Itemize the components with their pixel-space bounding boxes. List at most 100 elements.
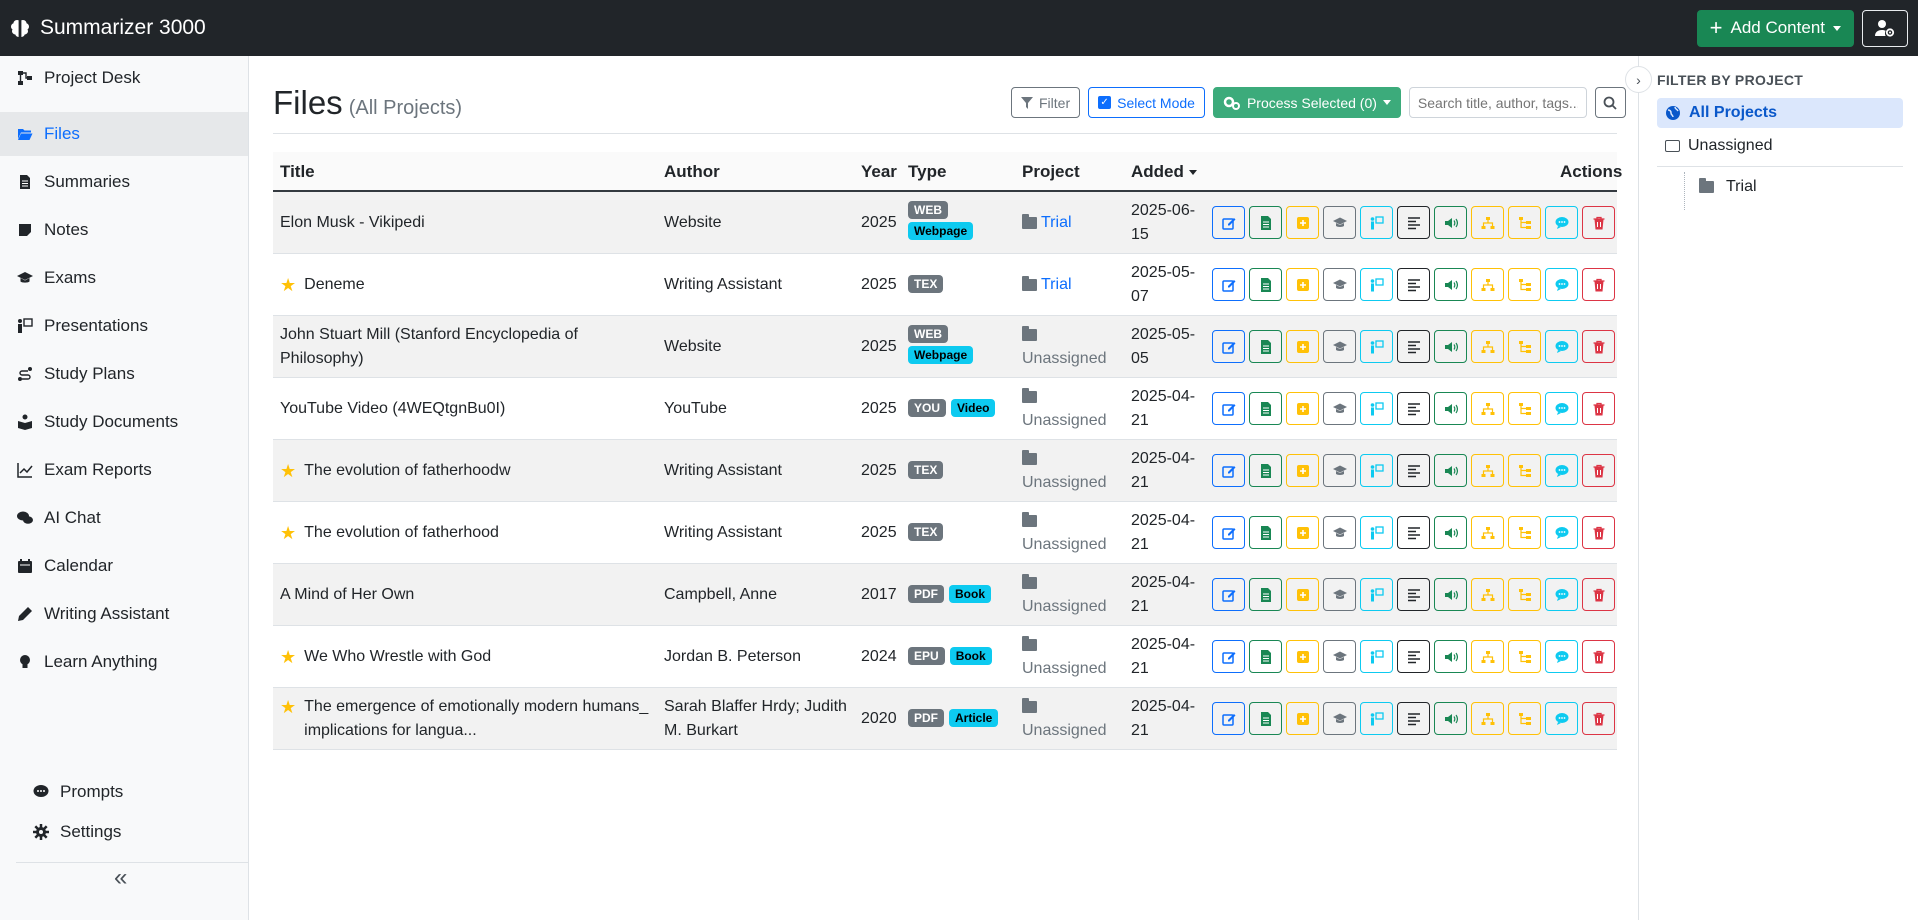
table-row[interactable]: John Stuart Mill (Stanford Encyclopedia …: [273, 316, 1617, 378]
outline-button[interactable]: [1508, 640, 1541, 673]
trash-button[interactable]: [1582, 392, 1615, 425]
outline-button[interactable]: [1508, 516, 1541, 549]
text-align-button[interactable]: [1397, 640, 1430, 673]
table-row[interactable]: ★ Deneme Writing Assistant 2025 TEX Trial 2025…: [273, 254, 1617, 316]
file-title[interactable]: Deneme: [304, 273, 364, 297]
file-title[interactable]: The emergence of emotionally modern huma…: [304, 695, 650, 743]
trash-button[interactable]: [1582, 702, 1615, 735]
chat-button[interactable]: [1545, 268, 1578, 301]
presentation-button[interactable]: [1360, 206, 1393, 239]
summary-button[interactable]: [1249, 392, 1282, 425]
star-icon[interactable]: ★: [280, 273, 296, 297]
filter-unassigned[interactable]: Unassigned: [1657, 131, 1903, 161]
file-title[interactable]: The evolution of fatherhoodw: [304, 459, 510, 483]
filter-project-trial[interactable]: Trial: [1691, 172, 1901, 202]
note-button[interactable]: [1286, 206, 1319, 239]
mindmap-button[interactable]: [1471, 206, 1504, 239]
search-button[interactable]: [1594, 87, 1626, 118]
outline-button[interactable]: [1508, 268, 1541, 301]
trash-button[interactable]: [1582, 640, 1615, 673]
title-cell[interactable]: ★ We Who Wrestle with God: [280, 645, 650, 669]
exam-button[interactable]: [1323, 702, 1356, 735]
file-title[interactable]: We Who Wrestle with God: [304, 645, 491, 669]
title-cell[interactable]: John Stuart Mill (Stanford Encyclopedia …: [280, 323, 650, 371]
title-cell[interactable]: ★ The evolution of fatherhoodw: [280, 459, 650, 483]
text-align-button[interactable]: [1397, 516, 1430, 549]
star-icon[interactable]: ★: [280, 695, 296, 719]
presentation-button[interactable]: [1360, 268, 1393, 301]
outline-button[interactable]: [1508, 702, 1541, 735]
mindmap-button[interactable]: [1471, 702, 1504, 735]
text-align-button[interactable]: [1397, 330, 1430, 363]
table-row[interactable]: ★ We Who Wrestle with God Jordan B. Peters…: [273, 626, 1617, 688]
audio-button[interactable]: [1434, 454, 1467, 487]
audio-button[interactable]: [1434, 578, 1467, 611]
edit-button[interactable]: [1212, 578, 1245, 611]
star-icon[interactable]: ★: [280, 459, 296, 483]
presentation-button[interactable]: [1360, 392, 1393, 425]
note-button[interactable]: [1286, 330, 1319, 363]
user-settings-button[interactable]: [1862, 9, 1908, 47]
edit-button[interactable]: [1212, 392, 1245, 425]
table-row[interactable]: Elon Musk - Vikipedi Website 2025 WEB Webpag…: [273, 192, 1617, 254]
sidebar-item-files[interactable]: Files: [0, 112, 248, 156]
summary-button[interactable]: [1249, 206, 1282, 239]
settings-link[interactable]: Settings: [32, 822, 121, 842]
file-title[interactable]: YouTube Video (4WEQtgnBu0I): [280, 397, 505, 421]
summary-button[interactable]: [1249, 640, 1282, 673]
trash-button[interactable]: [1582, 206, 1615, 239]
edit-button[interactable]: [1212, 330, 1245, 363]
text-align-button[interactable]: [1397, 206, 1430, 239]
chat-button[interactable]: [1545, 702, 1578, 735]
search-input[interactable]: [1408, 87, 1587, 118]
sidebar-item-learn-anything[interactable]: Learn Anything: [0, 640, 248, 684]
trash-button[interactable]: [1582, 268, 1615, 301]
chat-button[interactable]: [1545, 206, 1578, 239]
sidebar-item-project-desk[interactable]: Project Desk: [0, 56, 248, 100]
title-cell[interactable]: Elon Musk - Vikipedi: [280, 211, 650, 235]
text-align-button[interactable]: [1397, 392, 1430, 425]
sidebar-item-ai-chat[interactable]: AI Chat: [0, 496, 248, 540]
table-row[interactable]: ★ The evolution of fatherhood Writing Assi…: [273, 502, 1617, 564]
exam-button[interactable]: [1323, 454, 1356, 487]
presentation-button[interactable]: [1360, 330, 1393, 363]
table-row[interactable]: A Mind of Her Own Campbell, Anne 2017 PDF Bo…: [273, 564, 1617, 626]
note-button[interactable]: [1286, 578, 1319, 611]
presentation-button[interactable]: [1360, 640, 1393, 673]
audio-button[interactable]: [1434, 702, 1467, 735]
mindmap-button[interactable]: [1471, 516, 1504, 549]
file-title[interactable]: A Mind of Her Own: [280, 583, 414, 607]
chat-button[interactable]: [1545, 454, 1578, 487]
chat-button[interactable]: [1545, 330, 1578, 363]
header-added[interactable]: Added: [1131, 162, 1197, 182]
star-icon[interactable]: ★: [280, 521, 296, 545]
chevron-right-icon[interactable]: ›: [1625, 66, 1652, 93]
presentation-button[interactable]: [1360, 454, 1393, 487]
header-title[interactable]: Title: [280, 162, 315, 182]
title-cell[interactable]: ★ The evolution of fatherhood: [280, 521, 650, 545]
trash-button[interactable]: [1582, 454, 1615, 487]
file-title[interactable]: The evolution of fatherhood: [304, 521, 499, 545]
header-author[interactable]: Author: [664, 162, 720, 182]
title-cell[interactable]: ★ The emergence of emotionally modern hum…: [280, 695, 650, 743]
collapse-sidebar-icon[interactable]: «: [114, 864, 127, 892]
exam-button[interactable]: [1323, 578, 1356, 611]
edit-button[interactable]: [1212, 454, 1245, 487]
header-year[interactable]: Year: [861, 162, 897, 182]
table-row[interactable]: YouTube Video (4WEQtgnBu0I) YouTube 2025 YO…: [273, 378, 1617, 440]
audio-button[interactable]: [1434, 640, 1467, 673]
mindmap-button[interactable]: [1471, 578, 1504, 611]
outline-button[interactable]: [1508, 330, 1541, 363]
trash-button[interactable]: [1582, 330, 1615, 363]
process-selected-button[interactable]: Process Selected (0): [1212, 87, 1401, 118]
brand[interactable]: Summarizer 3000: [10, 16, 206, 40]
table-row[interactable]: ★ The evolution of fatherhoodw Writing Ass…: [273, 440, 1617, 502]
text-align-button[interactable]: [1397, 578, 1430, 611]
mindmap-button[interactable]: [1471, 640, 1504, 673]
sidebar-item-presentations[interactable]: Presentations: [0, 304, 248, 348]
title-cell[interactable]: A Mind of Her Own: [280, 583, 650, 607]
outline-button[interactable]: [1508, 454, 1541, 487]
file-title[interactable]: Elon Musk - Vikipedi: [280, 211, 425, 235]
sidebar-item-summaries[interactable]: Summaries: [0, 160, 248, 204]
summary-button[interactable]: [1249, 330, 1282, 363]
